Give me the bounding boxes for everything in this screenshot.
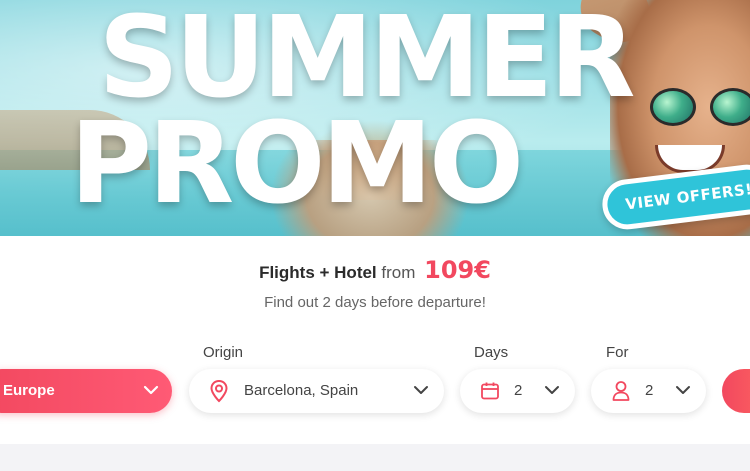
- offer-price: 109€: [424, 256, 491, 284]
- page-footer-strip: [0, 444, 750, 471]
- days-value: 2: [514, 382, 523, 399]
- offer-headline: Flights + Hotel from 109€: [0, 256, 750, 284]
- origin-label: Origin: [203, 344, 244, 361]
- for-label: For: [606, 344, 629, 361]
- days-select[interactable]: 2: [460, 369, 575, 413]
- map-pin-icon: [210, 379, 228, 403]
- chevron-down-icon: [414, 386, 428, 394]
- calendar-icon: [481, 382, 499, 400]
- for-value: 2: [645, 382, 654, 399]
- promo-title-line1: SUMMER: [98, 0, 635, 123]
- origin-value: Barcelona, Spain: [244, 382, 359, 399]
- region-value: Europe: [3, 382, 55, 399]
- days-label: Days: [474, 344, 509, 361]
- for-select[interactable]: 2: [591, 369, 706, 413]
- search-card: Flights + Hotel from 109€ Find out 2 day…: [0, 236, 750, 444]
- chevron-down-icon: [676, 386, 690, 394]
- page: SUMMER PROMO VIEW OFFERS! Flights + Hote…: [0, 0, 750, 471]
- offer-subtitle: Find out 2 days before departure!: [264, 294, 486, 311]
- person-icon: [612, 381, 630, 401]
- chevron-down-icon: [143, 385, 159, 395]
- offer-product: Flights + Hotel: [259, 263, 377, 282]
- origin-select[interactable]: Barcelona, Spain: [189, 369, 444, 413]
- search-button[interactable]: [722, 369, 750, 413]
- hero-banner[interactable]: SUMMER PROMO VIEW OFFERS!: [0, 0, 750, 236]
- region-select[interactable]: Europe: [0, 369, 172, 413]
- chevron-down-icon: [545, 386, 559, 394]
- offer-from-label: from: [381, 263, 416, 282]
